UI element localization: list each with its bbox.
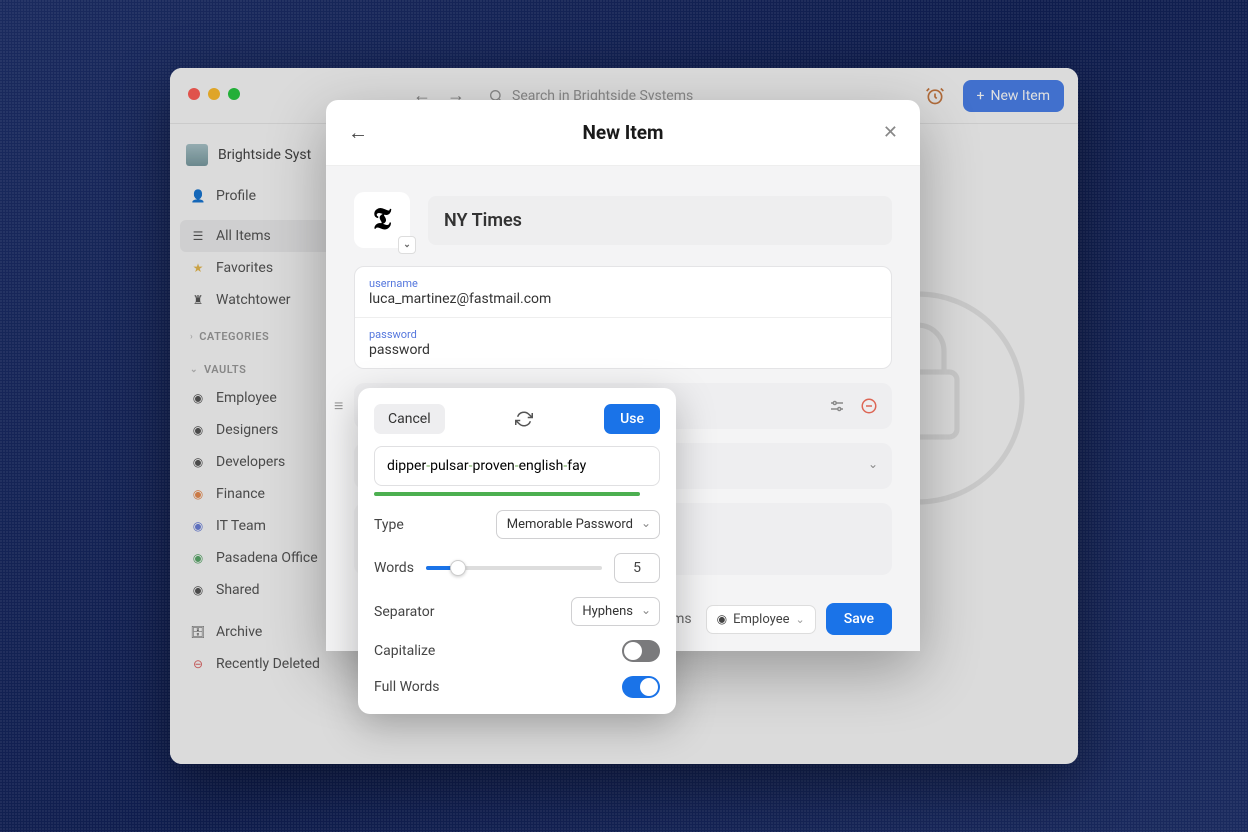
cancel-button[interactable]: Cancel	[374, 404, 445, 434]
icon-dropdown[interactable]: ⌄	[398, 236, 416, 254]
words-count-input[interactable]: 5	[614, 553, 660, 583]
chevron-down-icon: ⌄	[796, 613, 805, 626]
password-value: password	[369, 342, 877, 358]
grip-icon[interactable]: ≡	[334, 396, 343, 416]
password-generator-popover: Cancel Use dipper-pulsar-proven-english-…	[358, 388, 676, 714]
use-button[interactable]: Use	[604, 404, 660, 434]
password-field[interactable]: password password	[355, 318, 891, 368]
full-words-toggle[interactable]	[622, 676, 660, 698]
pw-word: english	[519, 458, 564, 474]
vault-icon: ◉	[717, 612, 727, 626]
username-label: username	[369, 277, 877, 290]
vault-selector[interactable]: ◉ Employee ⌄	[706, 605, 816, 634]
chevron-down-icon: ⌄	[868, 457, 878, 471]
refresh-icon	[515, 410, 533, 428]
capitalize-label: Capitalize	[374, 643, 435, 659]
password-strength-bar	[374, 492, 640, 496]
separator-select[interactable]: Hyphens	[571, 597, 660, 626]
generated-password-field[interactable]: dipper-pulsar-proven-english-fay	[374, 446, 660, 486]
pw-word: proven	[473, 458, 515, 474]
username-value: luca_martinez@fastmail.com	[369, 291, 877, 307]
pw-word: fay	[567, 458, 586, 474]
username-field[interactable]: username luca_martinez@fastmail.com	[355, 267, 891, 318]
full-words-label: Full Words	[374, 679, 440, 695]
words-slider[interactable]	[426, 566, 602, 570]
capitalize-toggle[interactable]	[622, 640, 660, 662]
modal-back-button[interactable]: ←	[348, 120, 368, 145]
remove-icon[interactable]	[860, 397, 878, 415]
regenerate-button[interactable]	[455, 410, 595, 428]
slider-thumb[interactable]	[450, 560, 466, 576]
separator-label: Separator	[374, 604, 434, 620]
modal-header: ← New Item ✕	[326, 100, 920, 166]
item-name-field[interactable]: NY Times	[428, 196, 892, 245]
words-label: Words	[374, 560, 414, 576]
type-select[interactable]: Memorable Password	[496, 510, 660, 539]
item-icon[interactable]: 𝕿⌄	[354, 192, 410, 248]
password-label: password	[369, 328, 877, 341]
pw-word: pulsar	[430, 458, 469, 474]
save-button[interactable]: Save	[826, 603, 892, 635]
modal-title: New Item	[582, 121, 663, 144]
vault-label: Employee	[733, 612, 789, 627]
pw-word: dipper	[387, 458, 426, 474]
modal-close-button[interactable]: ✕	[883, 122, 898, 143]
credentials-section: username luca_martinez@fastmail.com pass…	[354, 266, 892, 369]
type-label: Type	[374, 517, 404, 533]
settings-sliders-icon[interactable]	[828, 397, 846, 415]
